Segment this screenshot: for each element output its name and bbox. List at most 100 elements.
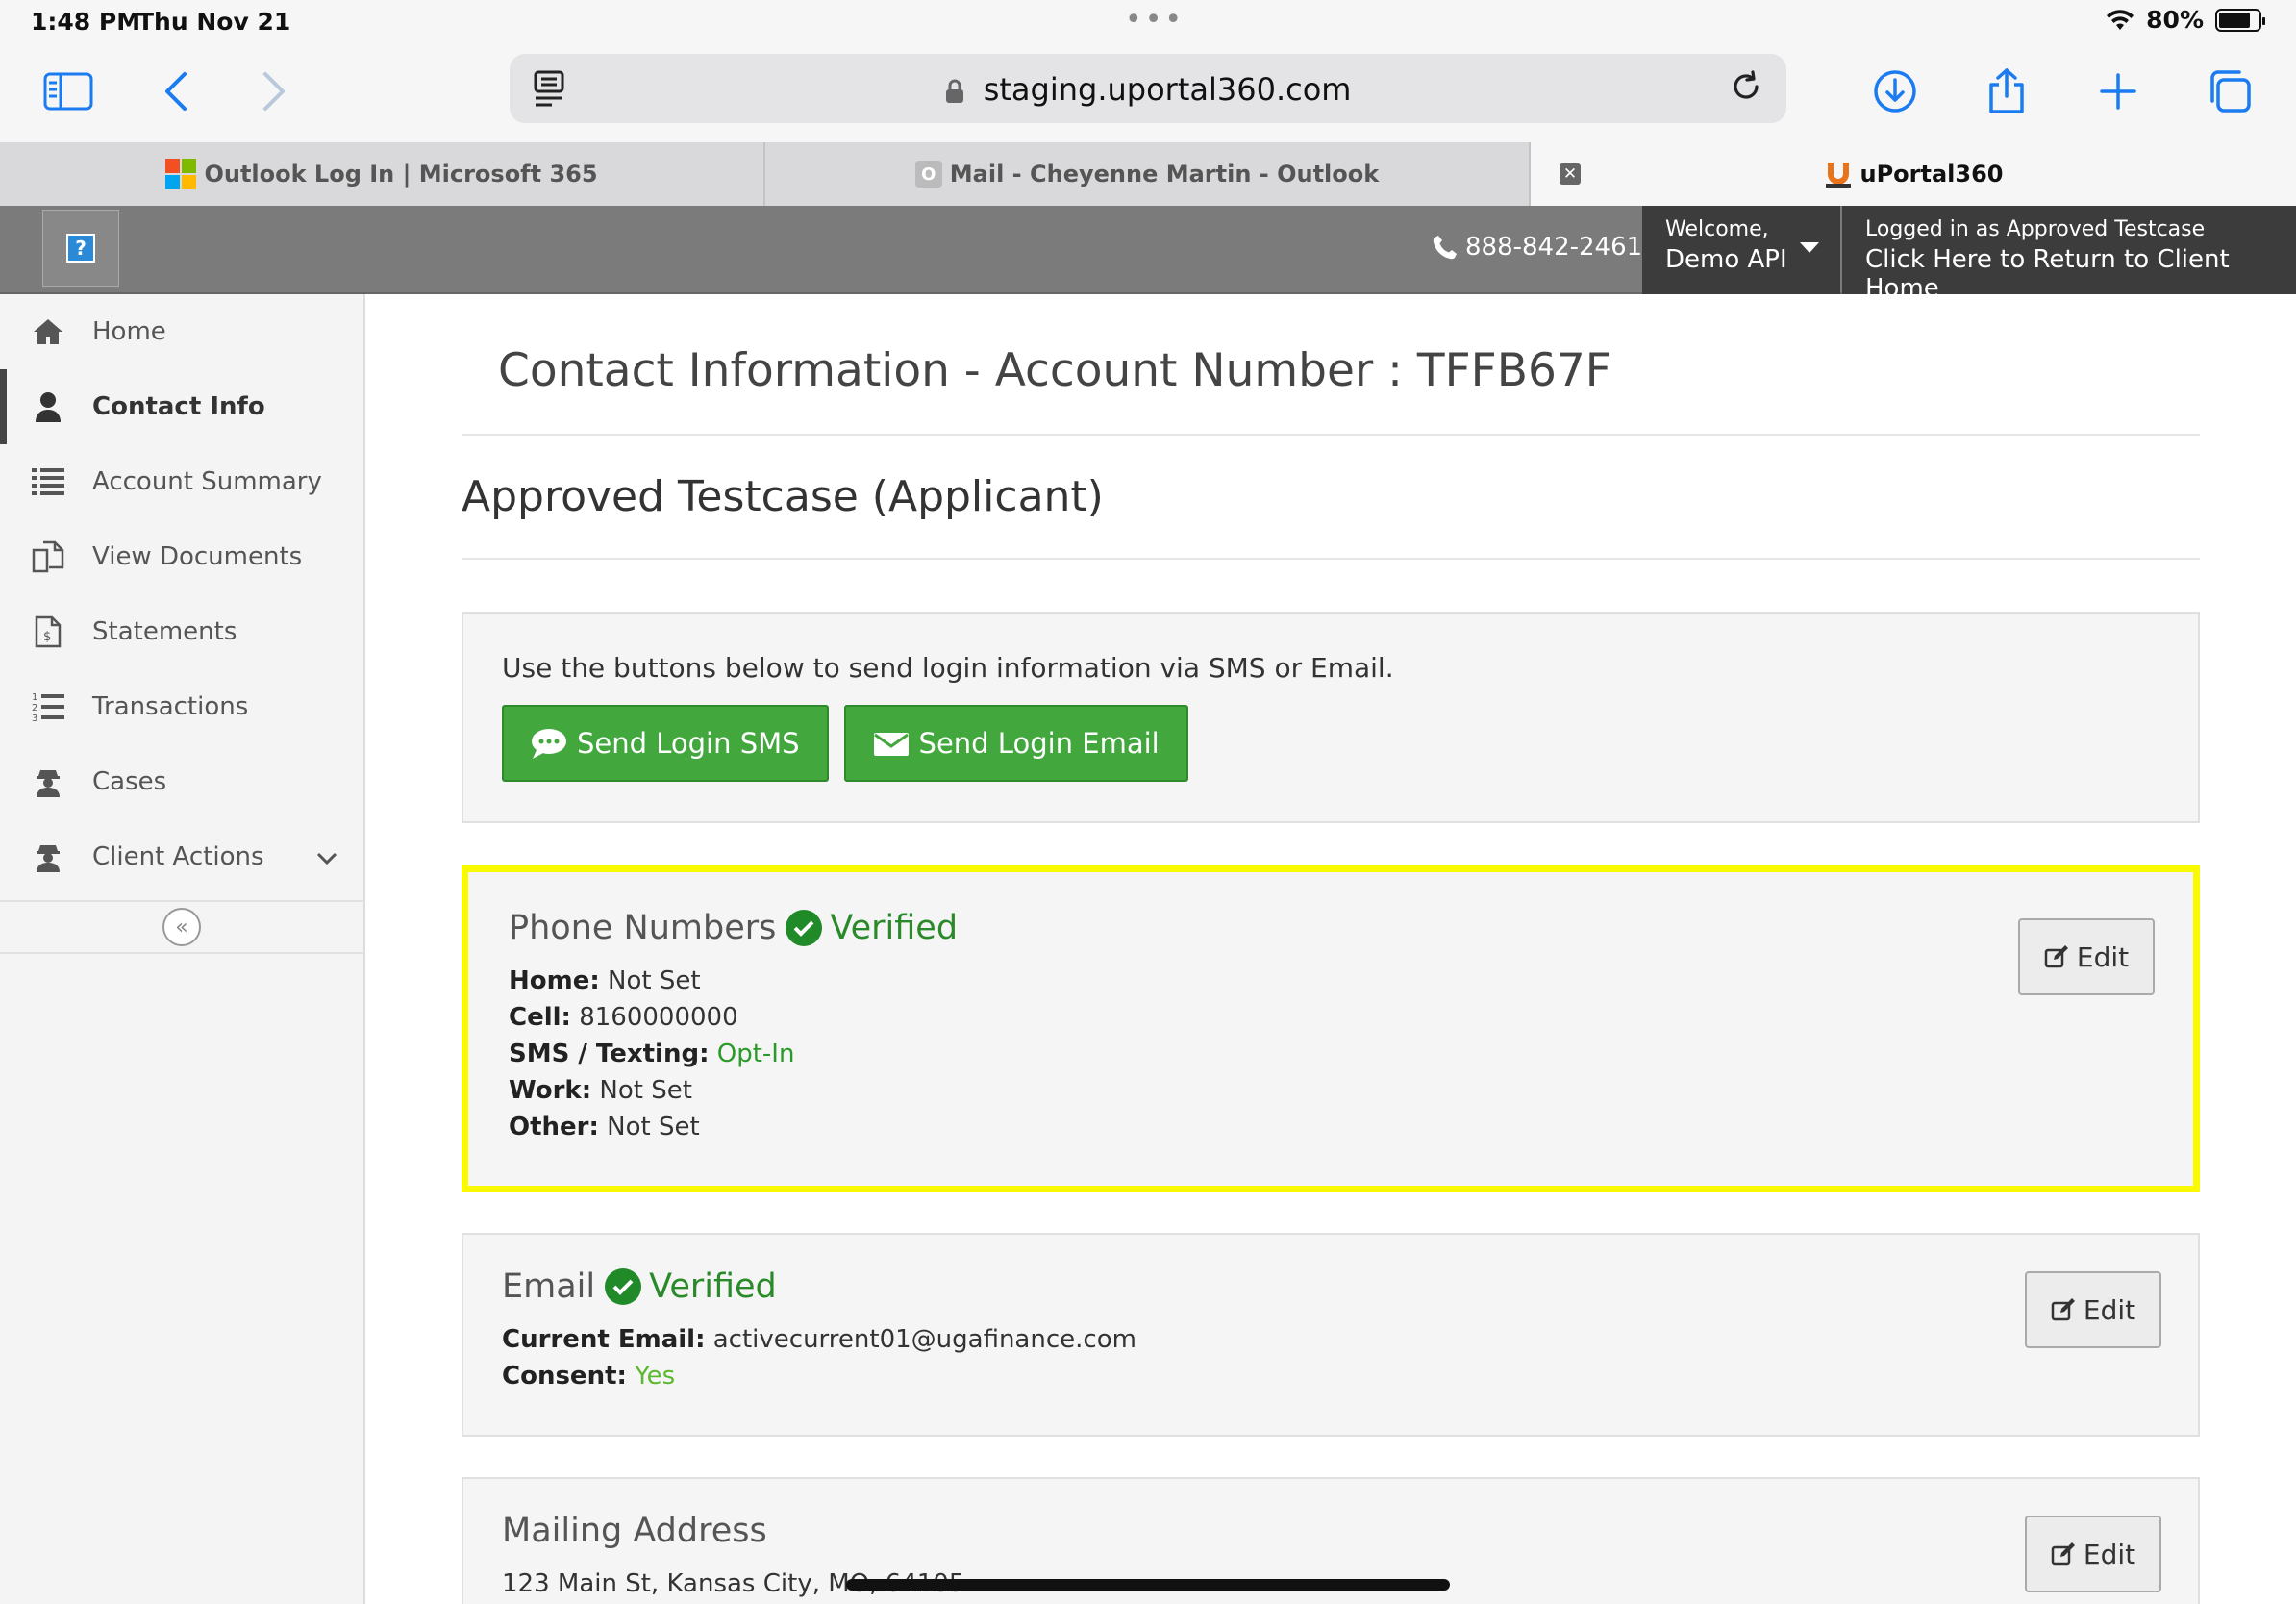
- home-icon: [31, 314, 65, 349]
- page-title: Contact Information - Account Number : T…: [498, 344, 1611, 397]
- work-phone: Work: Not Set: [509, 1076, 692, 1105]
- welcome-label: Welcome,: [1665, 217, 1769, 241]
- verified-badge: Verified: [605, 1267, 777, 1306]
- other-phone: Other: Not Set: [509, 1113, 700, 1141]
- main-content: Contact Information - Account Number : T…: [462, 294, 2200, 1604]
- microsoft-logo-icon: [165, 159, 197, 189]
- login-info-panel: Use the buttons below to send login info…: [462, 612, 2200, 823]
- email-panel: Email Verified Current Email: activecurr…: [462, 1233, 2200, 1437]
- url-value: staging.uportal360.com: [983, 71, 1352, 108]
- sidebar-item-label: Contact Info: [92, 392, 265, 421]
- edit-icon: [2044, 945, 2068, 968]
- tab-label: uPortal360: [1859, 161, 2004, 188]
- battery-percent: 80%: [2146, 6, 2204, 34]
- sidebar-collapse-row: «: [0, 900, 363, 954]
- agent-icon: [31, 764, 65, 799]
- chevron-down-icon[interactable]: [315, 844, 338, 873]
- sidebar-item-cases[interactable]: Cases: [0, 744, 363, 819]
- back-icon[interactable]: [146, 62, 206, 121]
- statement-icon: $: [31, 614, 65, 649]
- battery-icon: [2215, 8, 2265, 32]
- edit-email-button[interactable]: Edit: [2025, 1271, 2161, 1348]
- sidebar-item-account-summary[interactable]: Account Summary: [0, 444, 363, 519]
- sidebar-item-home[interactable]: Home: [0, 294, 363, 369]
- chat-icon: [532, 729, 566, 759]
- reload-icon[interactable]: [1727, 67, 1765, 110]
- svg-text:1: 1: [32, 692, 37, 703]
- ordered-list-icon: 123: [31, 689, 65, 724]
- tabs-overview-icon[interactable]: [2200, 62, 2259, 121]
- sidebar-toggle-icon[interactable]: [38, 62, 98, 121]
- svg-text:2: 2: [32, 703, 37, 714]
- status-right: 80%: [2106, 6, 2265, 34]
- edit-address-button[interactable]: Edit: [2025, 1516, 2161, 1592]
- return-to-client-home[interactable]: Logged in as Approved Testcase Click Her…: [1842, 206, 2296, 303]
- current-email: Current Email: activecurrent01@ugafinanc…: [502, 1325, 1136, 1354]
- sidebar-item-label: Home: [92, 317, 166, 346]
- user-menu[interactable]: Welcome, Demo API: [1642, 206, 1840, 294]
- sidebar-item-label: Statements: [92, 617, 237, 646]
- svg-text:$: $: [43, 630, 51, 644]
- divider: [462, 434, 2200, 436]
- new-tab-icon[interactable]: [2088, 62, 2148, 121]
- status-date: Thu Nov 21: [137, 8, 291, 36]
- applicant-name: Approved Testcase (Applicant): [462, 472, 1104, 521]
- outlook-icon: O: [914, 161, 942, 188]
- svg-text:3: 3: [32, 714, 37, 722]
- url-text[interactable]: staging.uportal360.com: [510, 71, 1786, 108]
- browser-toolbar: staging.uportal360.com: [0, 44, 2296, 142]
- edit-icon: [2051, 1298, 2075, 1321]
- tab-outlook-mail[interactable]: O Mail - Cheyenne Martin - Outlook: [765, 142, 1531, 206]
- sidebar-item-label: Account Summary: [92, 467, 322, 496]
- sms-texting: SMS / Texting: Opt-In: [509, 1040, 795, 1068]
- status-bar: 1:48 PM Thu Nov 21 ••• 80%: [0, 0, 2296, 44]
- verified-badge: Verified: [786, 909, 958, 947]
- lock-icon: [945, 79, 963, 103]
- tab-label: Outlook Log In | Microsoft 365: [204, 161, 598, 188]
- forward-icon[interactable]: [244, 62, 304, 121]
- sidebar-item-label: Cases: [92, 767, 167, 796]
- sidebar-item-statements[interactable]: $ Statements: [0, 594, 363, 669]
- collapse-sidebar-icon[interactable]: «: [162, 908, 201, 946]
- support-phone[interactable]: 888-842-2461: [1433, 233, 1642, 262]
- button-label: Send Login Email: [918, 727, 1160, 760]
- multitasking-dots[interactable]: •••: [1125, 3, 1185, 37]
- list-icon: [31, 464, 65, 499]
- close-tab-icon[interactable]: ✕: [1560, 163, 1581, 185]
- home-phone: Home: Not Set: [509, 966, 701, 995]
- check-circle-icon: [605, 1268, 642, 1305]
- phone-numbers-panel: Phone Numbers Verified Home: Not Set Cel…: [462, 865, 2200, 1192]
- home-indicator[interactable]: [846, 1579, 1450, 1591]
- sidebar-item-view-documents[interactable]: View Documents: [0, 519, 363, 594]
- help-icon: ?: [66, 234, 95, 263]
- address-bar[interactable]: staging.uportal360.com: [510, 54, 1786, 123]
- phone-number: 888-842-2461: [1465, 233, 1643, 262]
- app-header: ? 888-842-2461 Welcome, Demo API Logged …: [0, 206, 2296, 303]
- button-label: Send Login SMS: [577, 727, 800, 760]
- sidebar: Home Contact Info Account Summary View D…: [0, 294, 365, 1604]
- sidebar-item-contact-info[interactable]: Contact Info: [0, 369, 363, 444]
- agent-icon: [31, 840, 65, 874]
- login-instructions: Use the buttons below to send login info…: [502, 652, 1394, 684]
- tab-uportal360[interactable]: ✕ uPortal360: [1531, 142, 2296, 206]
- edit-phones-button[interactable]: Edit: [2018, 918, 2155, 995]
- download-icon[interactable]: [1865, 62, 1925, 121]
- send-login-email-button[interactable]: Send Login Email: [843, 705, 1188, 782]
- help-button[interactable]: ?: [42, 210, 119, 287]
- sidebar-item-label: Transactions: [92, 692, 249, 721]
- send-login-sms-button[interactable]: Send Login SMS: [502, 705, 829, 782]
- section-title: Email: [502, 1267, 596, 1306]
- uportal-logo-icon: [1824, 160, 1853, 188]
- sidebar-item-transactions[interactable]: 123 Transactions: [0, 669, 363, 744]
- section-title: Phone Numbers: [509, 909, 777, 947]
- tab-strip: Outlook Log In | Microsoft 365 O Mail - …: [0, 142, 2296, 206]
- documents-icon: [31, 539, 65, 574]
- divider: [462, 558, 2200, 560]
- user-icon: [31, 389, 65, 424]
- wifi-icon: [2107, 9, 2134, 30]
- share-icon[interactable]: [1977, 62, 2036, 121]
- caret-down-icon: [1800, 242, 1819, 253]
- tab-outlook-login[interactable]: Outlook Log In | Microsoft 365: [0, 142, 765, 206]
- section-title: Mailing Address: [502, 1512, 767, 1550]
- sidebar-item-client-actions[interactable]: Client Actions: [0, 819, 363, 894]
